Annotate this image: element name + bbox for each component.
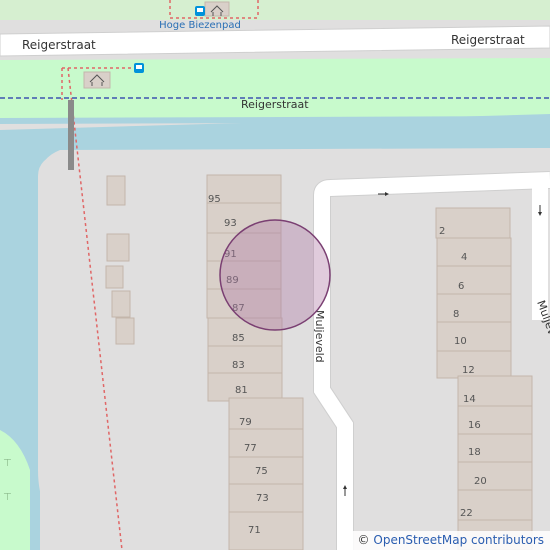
shed: [105, 265, 124, 289]
street-label-reigerstraat-left: Reigerstraat: [22, 38, 96, 52]
house-number: 79: [239, 417, 252, 428]
house-number: 18: [468, 447, 481, 458]
house-number: 16: [468, 420, 481, 431]
house-number: 77: [244, 443, 257, 454]
shed: [106, 233, 130, 262]
map-attribution: © OpenStreetMap contributors: [351, 531, 550, 550]
attribution-link[interactable]: OpenStreetMap contributors: [373, 533, 544, 547]
house-number: 85: [232, 333, 245, 344]
bridge: [68, 100, 74, 170]
house-number: 6: [458, 281, 464, 292]
shed: [106, 175, 126, 206]
house-number: 83: [232, 360, 245, 371]
house-number: 12: [462, 365, 475, 376]
copyright-icon: ©: [357, 533, 370, 547]
house-number: 4: [461, 252, 467, 263]
house-number: 22: [460, 508, 473, 519]
stop-name-label: Hoge Biezenpad: [159, 20, 241, 31]
tree-icon-2: ⊤: [3, 492, 12, 503]
street-label-reigerstraat-right: Reigerstraat: [451, 33, 525, 47]
house-number: 14: [463, 394, 476, 405]
house-number: 10: [454, 336, 467, 347]
house-number: 8: [453, 309, 459, 320]
house-number: 81: [235, 385, 248, 396]
buildings-right-upper: [435, 207, 512, 379]
bus-stop-icon[interactable]: [134, 63, 144, 73]
location-marker[interactable]: [219, 219, 331, 331]
shed: [115, 317, 135, 345]
house-number: 20: [474, 476, 487, 487]
house-number: 95: [208, 194, 221, 205]
shed: [111, 290, 131, 318]
tree-icon: ⊤: [3, 458, 12, 469]
house-number: 73: [256, 493, 269, 504]
house-number: 93: [224, 218, 237, 229]
street-label-muljeveld: Muljeveld: [313, 310, 326, 363]
street-label-reigerstraat-path: Reigerstraat: [241, 98, 309, 111]
bus-stop-icon-top[interactable]: [195, 6, 205, 16]
shelter-building-top: [204, 1, 230, 17]
house-number: 71: [248, 525, 261, 536]
house-number: 2: [439, 226, 445, 237]
house-number: 75: [255, 466, 268, 477]
map-canvas[interactable]: ⊤ ⊤ Hoge Biezenpad 95 93 91 89 87 85 83 …: [0, 0, 550, 550]
